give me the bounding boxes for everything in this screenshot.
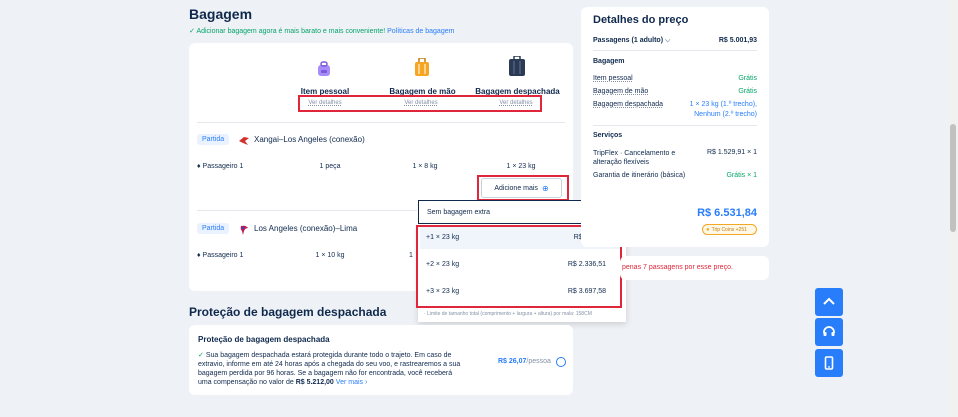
carry-on-suitcase-icon xyxy=(414,57,430,78)
availability-warning: penas 7 passagens por esse preço. xyxy=(622,264,733,271)
divider xyxy=(197,210,417,211)
protection-description: ✓ Sua bagagem despachada estará protegid… xyxy=(198,352,461,386)
segment-2-chip: Partida xyxy=(197,223,230,234)
price-checked-bag-value-2: Nenhum (2.º trecho) xyxy=(694,111,757,118)
baggage-title: Bagagem xyxy=(189,6,253,22)
check-icon: ✓ xyxy=(189,28,195,35)
size-limit-note: · Limite de tamanho total (comprimento +… xyxy=(424,311,592,317)
passengers-value: R$ 5.001,93 xyxy=(718,37,757,44)
latam-logo-icon xyxy=(238,223,250,235)
protection-section-title: Proteção de bagagem despachada xyxy=(189,305,387,319)
phone-icon xyxy=(824,356,834,370)
protection-card-title: Proteção de bagagem despachada xyxy=(198,335,330,344)
segment-1-carryon: 1 × 8 kg xyxy=(412,163,438,170)
segment-2-personal: 1 × 10 kg xyxy=(315,252,345,259)
price-carry-on[interactable]: Bagagem de mão xyxy=(593,88,648,95)
add-more-highlight xyxy=(477,175,569,201)
trip-coins-badge: ● Trip Coins +251 xyxy=(702,224,757,235)
chevron-up-icon xyxy=(823,297,835,305)
coin-icon: ● xyxy=(706,226,710,233)
tripflex-value: R$ 1.529,91 × 1 xyxy=(706,149,757,156)
price-details-title: Detalhes do preço xyxy=(593,14,689,26)
total-price: R$ 6.531,84 xyxy=(697,207,757,219)
person-icon: ♦ xyxy=(197,252,201,259)
segment-1-route: Xangai–Los Angeles (conexão) xyxy=(254,135,365,144)
segment-1-passenger: ♦ Passageiro 1 xyxy=(197,163,244,170)
price-checked-bag[interactable]: Bagagem despachada xyxy=(593,101,663,108)
segment-2-carryon: 1 xyxy=(409,252,413,259)
backpack-icon xyxy=(316,61,332,77)
protection-price: R$ 26,07/pessoa xyxy=(498,358,551,365)
passengers-label[interactable]: Passagens (1 adulto) ⌵ xyxy=(593,37,670,45)
segment-2-passenger: ♦ Passageiro 1 xyxy=(197,252,244,259)
segment-2-route: Los Angeles (conexão)–Lima xyxy=(254,224,358,233)
price-personal-item[interactable]: Item pessoal xyxy=(593,75,633,82)
customer-support-button[interactable] xyxy=(815,318,843,346)
policy-link[interactable]: Políticas de bagagem xyxy=(387,28,454,35)
tripflex-label: TripFlex · Cancelamento e alteração flex… xyxy=(593,150,676,166)
itinerary-guarantee-label: Garantia de itinerário (básica) xyxy=(593,172,686,179)
segment-1-chip: Partida xyxy=(197,134,230,145)
protection-radio[interactable] xyxy=(556,357,566,367)
services-section-label: Serviços xyxy=(593,132,623,139)
headset-icon xyxy=(823,326,835,336)
segment-1-checked: 1 × 23 kg xyxy=(506,163,536,170)
baggage-section-label: Bagagem xyxy=(593,58,625,65)
mobile-app-button[interactable] xyxy=(815,349,843,377)
price-personal-item-value: Grátis xyxy=(738,75,757,82)
person-icon: ♦ xyxy=(197,163,201,170)
check-icon: ✓ xyxy=(198,352,204,359)
scroll-to-top-button[interactable] xyxy=(815,288,843,316)
baggage-notice: ✓ Adicionar bagagem agora é mais barato … xyxy=(189,28,455,35)
price-checked-bag-value: 1 × 23 kg (1.º trecho), xyxy=(689,101,757,108)
chevron-right-icon: › xyxy=(363,379,368,386)
divider xyxy=(593,125,757,126)
segment-1-personal: 1 peça xyxy=(319,163,341,170)
itinerary-guarantee-value: Grátis × 1 xyxy=(726,172,757,179)
divider xyxy=(593,50,757,51)
divider xyxy=(197,122,565,123)
scrollbar-thumb[interactable] xyxy=(950,124,956,232)
see-more-link[interactable]: Ver mais xyxy=(336,379,363,386)
details-highlight xyxy=(298,95,542,112)
chevron-down-icon: ⌵ xyxy=(664,37,671,44)
china-eastern-logo-icon xyxy=(238,134,250,146)
price-carry-on-value: Grátis xyxy=(738,88,757,95)
checked-suitcase-icon xyxy=(508,55,526,78)
